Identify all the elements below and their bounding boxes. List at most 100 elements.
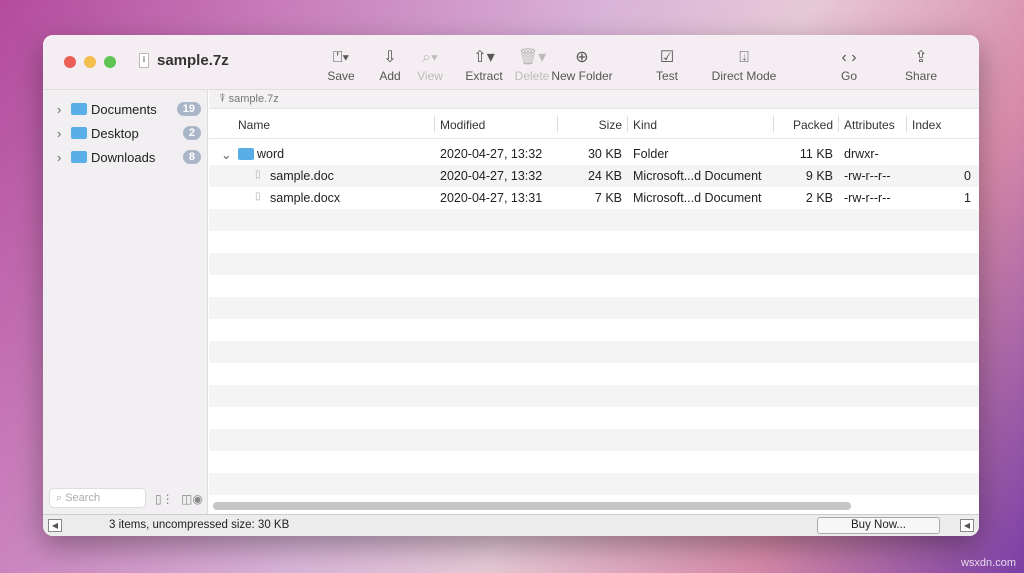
sidebar-item-label: Downloads [91,150,155,165]
cell-attributes: -rw-r--r-- [844,169,891,183]
add-icon: ⇩ [368,47,412,69]
path-item[interactable]: sample.7z [229,93,279,105]
empty-row [209,451,979,473]
toolbar-label: Extract [454,69,514,83]
back-forward-icon: ‹ › [827,47,871,69]
col-name[interactable]: Name [238,118,270,132]
archive-window: isample.7z ⍞▾Save⇩Add⌕▾View⇧▾Extract🗑▾De… [43,35,979,536]
zoom-button[interactable] [104,56,116,68]
col-index[interactable]: Index [912,118,941,132]
col-size[interactable]: Size [599,118,622,132]
toolbar-view-button[interactable]: ⌕▾View [408,47,452,83]
toggle-panel-button[interactable]: ◀ [960,519,974,532]
cell-size: 30 KB [588,147,622,161]
empty-row [209,209,979,231]
search-input[interactable]: ⌕ Search [49,488,146,508]
chevron-right-icon[interactable]: › [57,102,71,117]
preview-icon[interactable]: ◫◉ [181,492,203,506]
extract-icon: ⇧▾ [454,47,514,69]
cell-attributes: -rw-r--r-- [844,191,891,205]
chevron-right-icon[interactable]: › [57,150,71,165]
status-text: 3 items, uncompressed size: 30 KB [109,519,289,531]
toolbar-label: Add [368,69,412,83]
col-kind[interactable]: Kind [633,118,657,132]
cell-packed: 2 KB [806,191,833,205]
toolbar-test-button[interactable]: ☑Test [645,47,689,83]
toolbar-extract-button[interactable]: ⇧▾Extract [454,47,514,83]
chevron-down-icon[interactable]: ⌄ [221,147,231,162]
sidebar-item-label: Desktop [91,126,139,141]
toolbar-add-button[interactable]: ⇩Add [368,47,412,83]
cell-name: sample.docx [270,191,340,205]
cell-modified: 2020-04-27, 13:31 [440,191,542,205]
sidebar: › Documents 19 › Desktop 2 › Downloads 8 ⌕ Searc… [43,90,208,514]
window-title: i sample.7z [139,52,229,69]
horizontal-scrollbar[interactable] [213,502,851,510]
toolbar-go-button[interactable]: ‹ ›Go [827,47,871,83]
cell-index: 0 [964,169,971,183]
path-bar: ⍒ sample.7z [209,90,979,109]
archive-save-icon: ⍞▾ [316,47,366,69]
chevron-right-icon[interactable]: › [57,126,71,141]
toggle-sidebar-button[interactable]: ◀ [48,519,62,532]
quicklook-icon: ⌕▾ [408,47,452,69]
empty-row [209,385,979,407]
minimize-button[interactable] [84,56,96,68]
cell-size: 7 KB [595,191,622,205]
cell-modified: 2020-04-27, 13:32 [440,147,542,161]
new-folder-icon: ⊕ [547,47,617,69]
toolbar-new-folder-button[interactable]: ⊕New Folder [547,47,617,83]
cell-index: 1 [964,191,971,205]
sidebar-item-label: Documents [91,102,157,117]
empty-row [209,429,979,451]
folder-icon [71,127,87,139]
folder-icon [238,148,254,160]
checkbox-icon: ☑ [645,47,689,69]
empty-row [209,473,979,495]
empty-row [209,363,979,385]
sidebar-item-downloads[interactable]: › Downloads 8 [57,147,201,167]
document-icon: ▯ [255,169,261,180]
empty-row [209,341,979,363]
toolbar-direct-mode-button[interactable]: ⍗Direct Mode [709,47,779,83]
status-bar: ◀ 3 items, uncompressed size: 30 KB Buy … [43,514,979,536]
column-view-icon[interactable]: ▯⋮ [155,492,174,506]
cell-kind: Microsoft...d Document [633,169,762,183]
table-row[interactable]: ▯ sample.doc 2020-04-27, 13:32 24 KB Mic… [209,165,979,187]
sidebar-item-documents[interactable]: › Documents 19 [57,99,201,119]
toolbar-label: Test [645,69,689,83]
cell-name: sample.doc [270,169,334,183]
toolbar-share-button[interactable]: ⇪Share [899,47,943,83]
count-badge: 2 [183,126,201,140]
toolbar-save-button[interactable]: ⍞▾Save [316,47,366,83]
table-row[interactable]: ⌄ word 2020-04-27, 13:32 30 KB Folder 11… [209,143,979,165]
buy-now-button[interactable]: Buy Now... [817,517,940,534]
empty-row [209,319,979,341]
col-packed[interactable]: Packed [793,118,833,132]
count-badge: 8 [183,150,201,164]
sidebar-item-desktop[interactable]: › Desktop 2 [57,123,201,143]
col-attributes[interactable]: Attributes [844,118,895,132]
search-placeholder: Search [65,492,100,504]
toolbar-label: View [408,69,452,83]
folder-icon [71,103,87,115]
toolbar-label: Save [316,69,366,83]
close-button[interactable] [64,56,76,68]
cell-packed: 9 KB [806,169,833,183]
toolbar: isample.7z ⍞▾Save⇩Add⌕▾View⇧▾Extract🗑▾De… [43,35,979,90]
col-modified[interactable]: Modified [440,118,485,132]
toolbar-label: Share [899,69,943,83]
empty-row [209,275,979,297]
table-row[interactable]: ▯ sample.docx 2020-04-27, 13:31 7 KB Mic… [209,187,979,209]
archive-file-icon: i [139,53,149,68]
cell-size: 24 KB [588,169,622,183]
count-badge: 19 [177,102,201,116]
title-text: sample.7z [157,52,229,69]
empty-row [209,297,979,319]
share-icon: ⇪ [899,47,943,69]
empty-row [209,253,979,275]
cell-kind: Folder [633,147,668,161]
column-header: Name Modified Size Kind Packed Attribute… [209,109,979,139]
cell-packed: 11 KB [800,147,833,161]
file-list: ⍒ sample.7z Name Modified Size Kind Pack… [209,90,979,514]
